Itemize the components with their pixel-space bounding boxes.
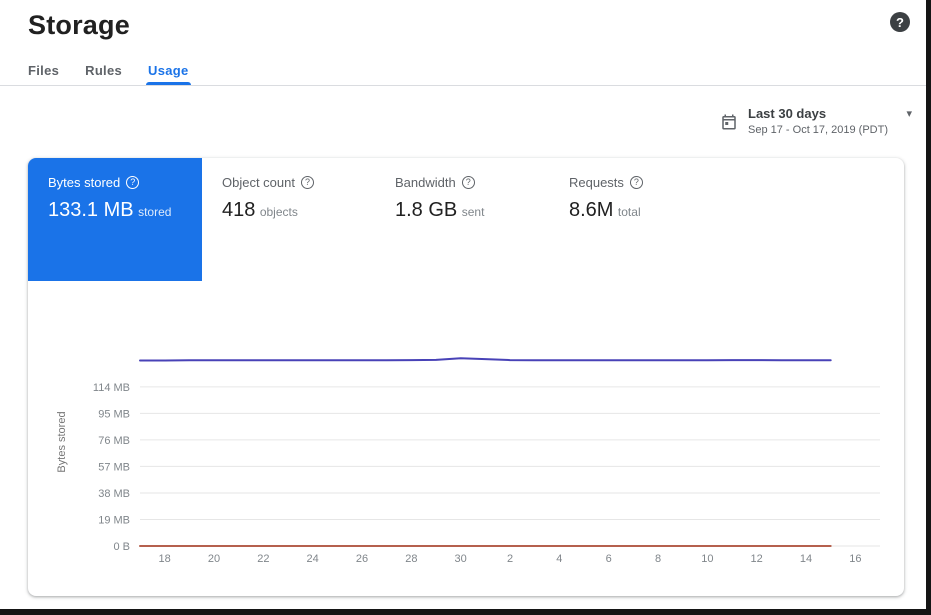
metric-bandwidth[interactable]: Bandwidth ? 1.8 GB sent	[395, 158, 484, 222]
metric-value: 8.6M	[569, 199, 613, 221]
svg-text:28: 28	[405, 553, 417, 565]
metric-label: Object count	[222, 175, 295, 190]
metric-label: Bandwidth	[395, 175, 456, 190]
metric-label: Requests	[569, 175, 624, 190]
metric-label-row: Bandwidth ?	[395, 175, 484, 190]
metric-value: 133.1 MB	[48, 199, 134, 221]
metric-unit: sent	[462, 205, 485, 219]
svg-text:24: 24	[307, 553, 319, 565]
svg-text:20: 20	[208, 553, 220, 565]
chevron-down-icon: ▾	[906, 107, 912, 120]
metric-value-row: 133.1 MB stored	[48, 199, 202, 222]
date-range-detail: Sep 17 - Oct 17, 2019 (PDT)	[748, 124, 888, 136]
svg-text:14: 14	[800, 553, 812, 565]
tab-usage[interactable]: Usage	[148, 56, 189, 85]
help-circle-icon: ?	[126, 176, 139, 189]
help-circle-icon: ?	[462, 176, 475, 189]
calendar-icon	[720, 113, 738, 131]
svg-text:8: 8	[655, 553, 661, 565]
svg-text:22: 22	[257, 553, 269, 565]
svg-text:2: 2	[507, 553, 513, 565]
metric-value-row: 8.6M total	[569, 199, 643, 222]
date-range-text: Last 30 days Sep 17 - Oct 17, 2019 (PDT)	[748, 106, 888, 136]
storage-usage-page: Storage ? Files Rules Usage Last 30 days…	[0, 0, 931, 615]
metric-label-row: Bytes stored ?	[48, 175, 202, 190]
svg-text:4: 4	[556, 553, 562, 565]
page-title: Storage	[28, 10, 130, 41]
date-range-label: Last 30 days	[748, 106, 888, 121]
metric-label-row: Requests ?	[569, 175, 643, 190]
svg-text:16: 16	[849, 553, 861, 565]
svg-text:10: 10	[701, 553, 713, 565]
svg-text:18: 18	[159, 553, 171, 565]
metric-value: 1.8 GB	[395, 199, 457, 221]
usage-card: Bytes stored ? 133.1 MB stored Object co…	[28, 158, 904, 596]
help-circle-icon: ?	[630, 176, 643, 189]
metric-unit: stored	[138, 205, 171, 219]
metric-bytes-stored[interactable]: Bytes stored ? 133.1 MB stored	[28, 158, 202, 281]
help-circle-icon: ?	[301, 176, 314, 189]
metric-label-row: Object count ?	[222, 175, 314, 190]
svg-text:95 MB: 95 MB	[98, 408, 130, 420]
metric-value-row: 1.8 GB sent	[395, 199, 484, 222]
help-icon[interactable]: ?	[890, 12, 910, 32]
metric-value: 418	[222, 199, 255, 221]
svg-text:38 MB: 38 MB	[98, 488, 130, 500]
date-range-selector[interactable]: Last 30 days Sep 17 - Oct 17, 2019 (PDT)…	[720, 106, 912, 140]
metric-label: Bytes stored	[48, 175, 120, 190]
svg-text:6: 6	[606, 553, 612, 565]
metric-unit: total	[618, 205, 641, 219]
tab-files[interactable]: Files	[28, 56, 59, 85]
metric-requests[interactable]: Requests ? 8.6M total	[569, 158, 643, 222]
svg-text:30: 30	[455, 553, 467, 565]
tab-bar: Files Rules Usage	[0, 56, 926, 86]
svg-text:12: 12	[751, 553, 763, 565]
tab-rules[interactable]: Rules	[85, 56, 122, 85]
metric-unit: objects	[260, 205, 298, 219]
usage-line-chart: 114 MB95 MB76 MB57 MB38 MB19 MB0 B182022…	[28, 338, 904, 546]
metric-object-count[interactable]: Object count ? 418 objects	[222, 158, 314, 222]
metric-value-row: 418 objects	[222, 199, 314, 222]
svg-text:0 B: 0 B	[113, 541, 130, 553]
svg-text:57 MB: 57 MB	[98, 461, 130, 473]
svg-text:76 MB: 76 MB	[98, 435, 130, 447]
svg-text:19 MB: 19 MB	[98, 514, 130, 526]
svg-text:114 MB: 114 MB	[93, 382, 130, 394]
svg-text:26: 26	[356, 553, 368, 565]
